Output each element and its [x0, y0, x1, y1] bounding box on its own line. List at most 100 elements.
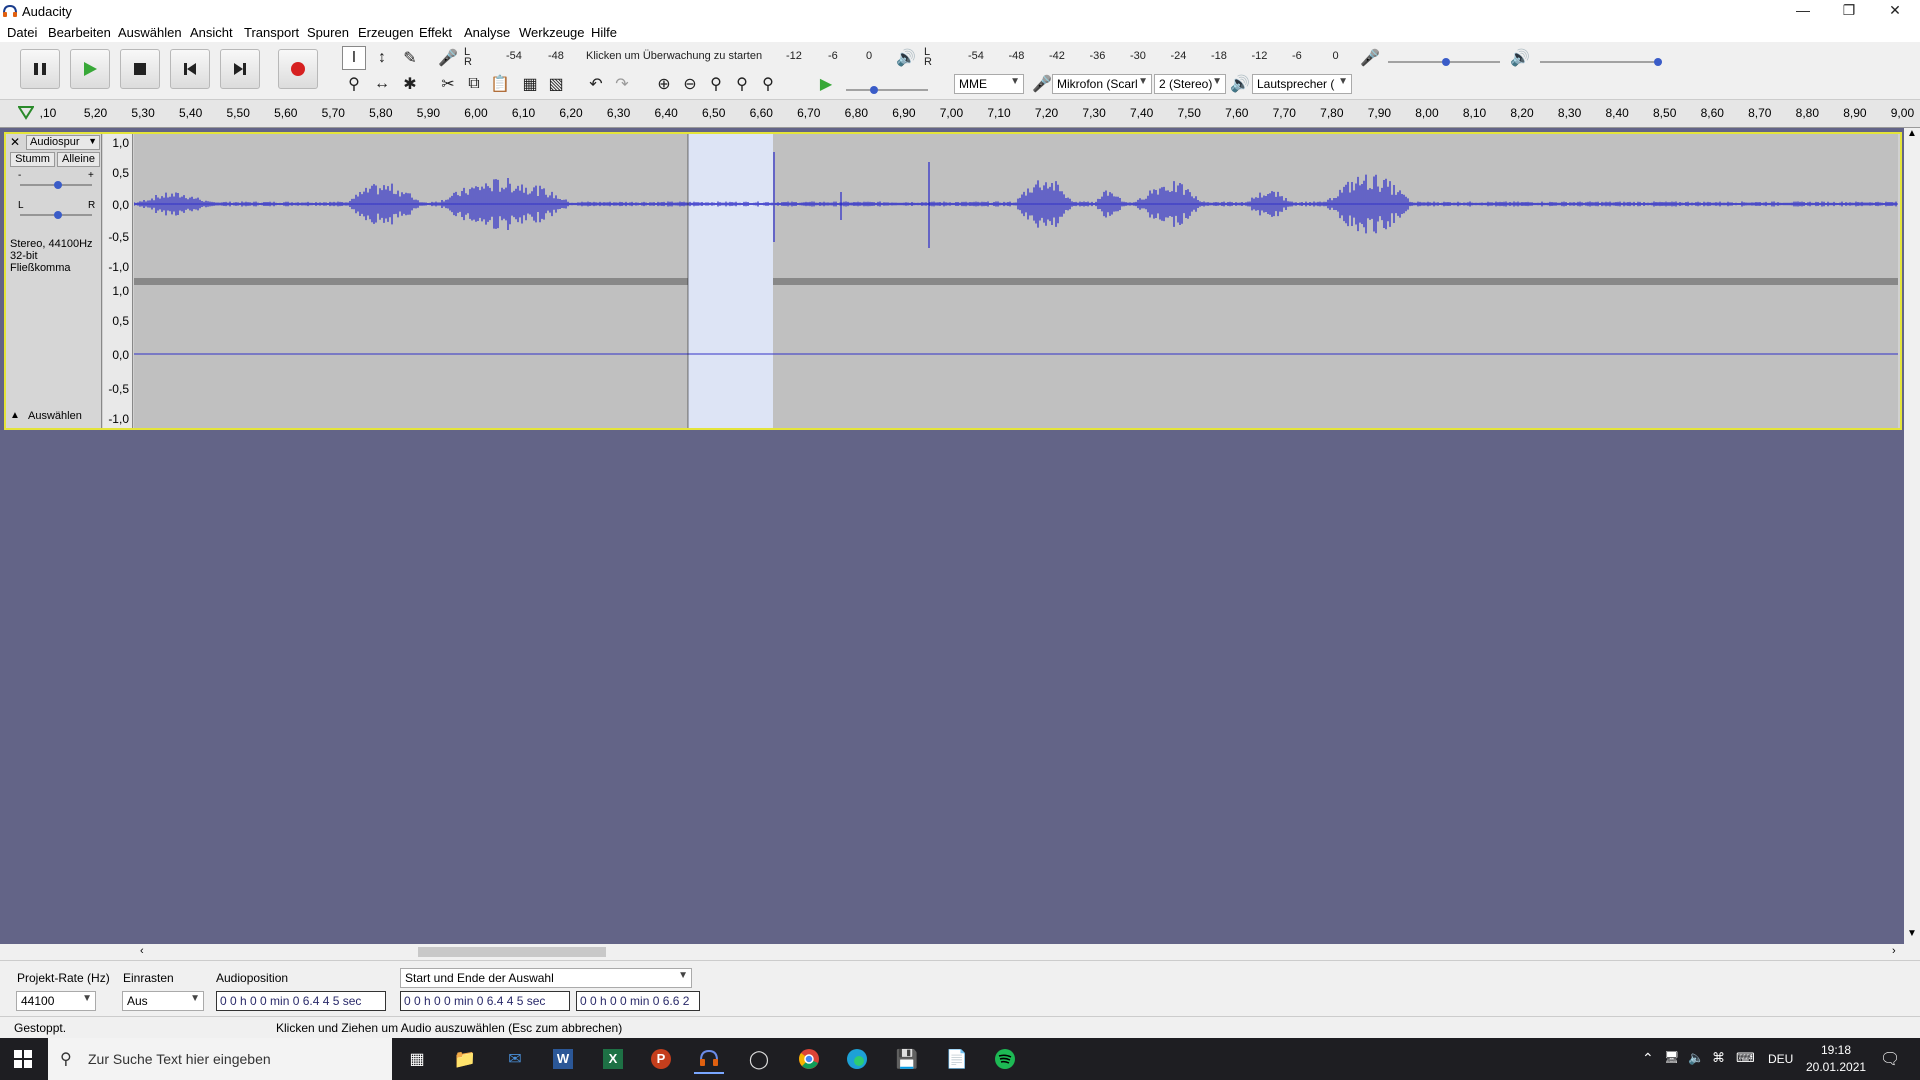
wifi-icon[interactable]: ⌘	[1712, 1050, 1725, 1066]
trim-button[interactable]: ▦	[518, 72, 542, 96]
close-track-icon[interactable]: ✕	[10, 135, 20, 149]
timeline-ruler[interactable]: ,10 5,20 5,30 5,40 5,50 5,60 5,70 5,80 5,90 6,00 6…	[0, 100, 1920, 128]
playback-device-select[interactable]: Lautsprecher (▼	[1252, 74, 1352, 94]
obs-icon[interactable]: ◯	[744, 1044, 774, 1074]
play-at-speed-button[interactable]: ▶	[814, 72, 838, 96]
pan-slider[interactable]	[16, 208, 96, 222]
menu-datei[interactable]: Datei	[7, 25, 37, 40]
scroll-right-icon[interactable]: ›	[1892, 945, 1896, 957]
mail-icon[interactable]: ✉	[500, 1044, 530, 1074]
horizontal-scrollbar[interactable]: ‹ ›	[0, 944, 1920, 960]
file-explorer-icon[interactable]: 📁	[450, 1044, 480, 1074]
network-device-icon[interactable]: 🖥	[1664, 1050, 1679, 1064]
track-area[interactable]: ✕ Audiospur ▼ Stumm Alleine - + L R Stere…	[0, 128, 1920, 948]
menu-transport[interactable]: Transport	[244, 25, 299, 40]
record-button[interactable]	[278, 49, 318, 89]
stop-button[interactable]	[120, 49, 160, 89]
selection-tool[interactable]: I	[342, 46, 366, 70]
selection-mode-select[interactable]: Start und Ende der Auswahl ▼	[400, 968, 692, 988]
skip-end-button[interactable]	[220, 49, 260, 89]
menu-auswaehlen[interactable]: Auswählen	[118, 25, 182, 40]
zoom-out-button[interactable]: ⊖	[678, 72, 702, 96]
cut-button[interactable]: ✂	[436, 72, 460, 96]
restore-button[interactable]: ❐	[1826, 0, 1872, 22]
playback-volume-slider[interactable]	[1536, 50, 1666, 70]
project-rate-select[interactable]: 44100 ▼	[16, 991, 96, 1011]
selection-start-field[interactable]: 0 0 h 0 0 min 0 6.4 4 5 sec	[400, 991, 570, 1011]
selection-end-field[interactable]: 0 0 h 0 0 min 0 6.6 2	[576, 991, 700, 1011]
snap-select[interactable]: Aus ▼	[122, 991, 204, 1011]
menu-werkzeuge[interactable]: Werkzeuge	[519, 25, 585, 40]
zoom-toggle-button[interactable]: ⚲	[756, 72, 780, 96]
play-button[interactable]	[70, 49, 110, 89]
envelope-tool[interactable]: ↕	[370, 46, 394, 70]
pause-button[interactable]	[20, 49, 60, 89]
minimize-button[interactable]: —	[1780, 0, 1826, 22]
menu-analyse[interactable]: Analyse	[464, 25, 510, 40]
word-icon[interactable]: W	[548, 1044, 578, 1074]
undo-button[interactable]: ↶	[584, 72, 608, 96]
app-icon[interactable]: 💾	[892, 1044, 922, 1074]
show-hidden-icons[interactable]: ⌃	[1642, 1050, 1654, 1067]
recording-device-select[interactable]: Mikrofon (Scarl ▼	[1052, 74, 1152, 94]
copy-button[interactable]: ⧉	[462, 72, 486, 96]
track-select-button[interactable]: Auswählen	[28, 410, 82, 422]
record-meter-button[interactable]: 🎤	[436, 46, 460, 70]
volume-icon[interactable]: 🔈	[1688, 1050, 1704, 1066]
scroll-thumb[interactable]	[418, 947, 606, 957]
clock-date[interactable]: 20.01.2021	[1806, 1060, 1866, 1074]
start-button[interactable]	[8, 1044, 38, 1074]
chrome-icon[interactable]	[794, 1044, 824, 1074]
fit-selection-button[interactable]: ⚲	[704, 72, 728, 96]
track-name-menu[interactable]: Audiospur ▼	[26, 135, 100, 150]
scroll-left-icon[interactable]: ‹	[140, 945, 144, 957]
multi-tool[interactable]: ✱	[398, 72, 422, 96]
audio-host-select[interactable]: MME ▼	[954, 74, 1024, 94]
close-button[interactable]: ✕	[1872, 0, 1918, 22]
excel-icon[interactable]: X	[598, 1044, 628, 1074]
solo-button[interactable]: Alleine	[57, 152, 100, 167]
audacity-taskbar-icon[interactable]	[694, 1044, 724, 1074]
record-volume-slider[interactable]	[1384, 50, 1504, 70]
play-head-marker-icon[interactable]	[18, 106, 34, 120]
zoom-tool[interactable]: ⚲	[342, 72, 366, 96]
task-view-icon[interactable]: ▦	[402, 1044, 432, 1074]
menu-hilfe[interactable]: Hilfe	[591, 25, 617, 40]
paste-button[interactable]: 📋	[488, 72, 512, 96]
audio-position-field[interactable]: 0 0 h 0 0 min 0 6.4 4 5 sec	[216, 991, 386, 1011]
menu-bearbeiten[interactable]: Bearbeiten	[48, 25, 111, 40]
keyboard-icon[interactable]: ⌨	[1736, 1050, 1755, 1066]
notification-icon[interactable]: 🗨	[1880, 1049, 1900, 1069]
gain-slider[interactable]	[16, 178, 96, 192]
collapse-track-icon[interactable]: ▲	[10, 410, 20, 421]
menu-effekt[interactable]: Effekt	[419, 25, 452, 40]
play-meter-button[interactable]: 🔊	[894, 46, 918, 70]
waveform-display[interactable]	[134, 134, 1898, 428]
redo-button[interactable]: ↷	[610, 72, 634, 96]
spotify-icon[interactable]	[990, 1044, 1020, 1074]
draw-tool[interactable]: ✎	[398, 46, 422, 70]
vertical-scrollbar[interactable]: ▲ ▼	[1904, 128, 1920, 944]
scroll-up-icon[interactable]: ▲	[1907, 128, 1917, 139]
powerpoint-icon[interactable]: P	[646, 1044, 676, 1074]
menu-erzeugen[interactable]: Erzeugen	[358, 25, 414, 40]
language-indicator[interactable]: DEU	[1768, 1052, 1793, 1066]
skip-start-button[interactable]	[170, 49, 210, 89]
fit-project-button[interactable]: ⚲	[730, 72, 754, 96]
menu-spuren[interactable]: Spuren	[307, 25, 349, 40]
scroll-down-icon[interactable]: ▼	[1907, 928, 1917, 939]
menu-ansicht[interactable]: Ansicht	[190, 25, 233, 40]
zoom-in-button[interactable]: ⊕	[652, 72, 676, 96]
taskbar-search-box[interactable]: ⚲ Zur Suche Text hier eingeben	[48, 1038, 392, 1080]
channels-select[interactable]: 2 (Stereo) ▼	[1154, 74, 1226, 94]
play-speed-slider[interactable]	[842, 76, 932, 96]
audio-track[interactable]: ✕ Audiospur ▼ Stumm Alleine - + L R Stere…	[4, 132, 1902, 430]
silence-button[interactable]: ▧	[544, 72, 568, 96]
time-shift-tool[interactable]: ↔	[370, 72, 394, 96]
record-meter-hint[interactable]: Klicken um Überwachung zu starten	[586, 50, 762, 62]
mute-button[interactable]: Stumm	[10, 152, 55, 167]
clock-time[interactable]: 19:18	[1806, 1043, 1866, 1057]
edge-icon[interactable]	[842, 1044, 872, 1074]
vertical-scale[interactable]: 1,0 0,5 0,0 -0,5 -1,0 1,0 0,5 0,0 -0,5 -…	[103, 134, 133, 428]
document-app-icon[interactable]: 📄	[942, 1044, 972, 1074]
